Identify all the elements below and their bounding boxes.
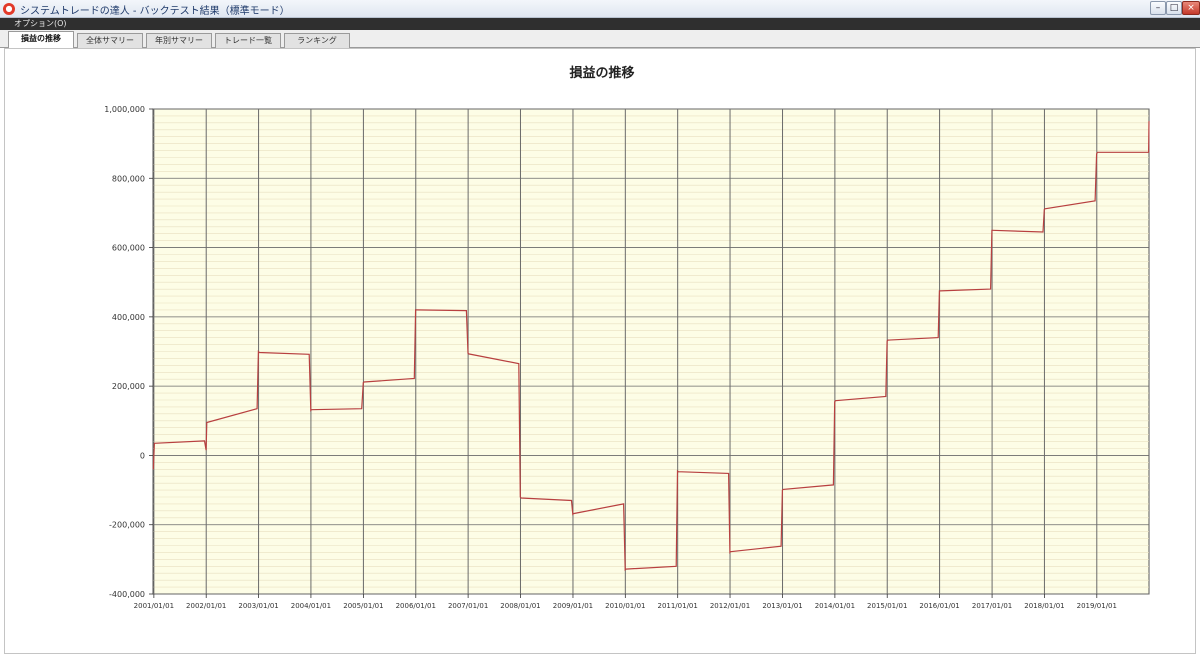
x-tick-label: 2019/01/01 — [1077, 602, 1117, 610]
pnl-chart: 損益の推移 1,000,000 800,000 600,000 400,000 200,… — [104, 65, 1150, 610]
x-tick-label: 2013/01/01 — [762, 602, 802, 610]
chart-title: 損益の推移 — [569, 65, 634, 81]
y-axis: 1,000,000 800,000 600,000 400,000 200,000 0 -2… — [104, 105, 153, 599]
x-tick-label: 2011/01/01 — [657, 602, 697, 610]
y-tick-label: -200,000 — [109, 521, 145, 530]
y-tick-label: 200,000 — [112, 382, 145, 391]
x-tick-label: 2002/01/01 — [186, 602, 226, 610]
tab-pnl-trend[interactable]: 損益の推移 — [8, 31, 74, 48]
x-tick-label: 2010/01/01 — [605, 602, 645, 610]
window-title: システムトレードの達人 - バックテスト結果（標準モード） — [20, 6, 290, 17]
tab-yearly-summary[interactable]: 年別サマリー — [146, 33, 212, 48]
x-axis: 2001/01/01 2002/01/01 2003/01/01 2004/01/01… — [134, 594, 1117, 610]
x-tick-label: 2018/01/01 — [1024, 602, 1064, 610]
x-tick-label: 2017/01/01 — [972, 602, 1012, 610]
x-tick-label: 2008/01/01 — [500, 602, 540, 610]
x-tick-label: 2015/01/01 — [867, 602, 907, 610]
x-tick-label: 2016/01/01 — [919, 602, 959, 610]
menu-bar: オプション(O) — [0, 18, 1200, 30]
y-tick-label: -400,000 — [109, 590, 145, 599]
tab-bar: 損益の推移 全体サマリー 年別サマリー トレード一覧 ランキング — [0, 30, 1200, 48]
maximize-button[interactable]: □ — [1166, 1, 1182, 15]
y-tick-label: 1,000,000 — [104, 105, 145, 114]
x-tick-label: 2014/01/01 — [815, 602, 855, 610]
x-tick-label: 2009/01/01 — [553, 602, 593, 610]
tab-trade-list[interactable]: トレード一覧 — [215, 33, 281, 48]
y-tick-label: 0 — [140, 451, 145, 460]
menu-item-options[interactable]: オプション(O) — [14, 18, 67, 30]
x-tick-label: 2003/01/01 — [238, 602, 278, 610]
tab-ranking[interactable]: ランキング — [284, 33, 350, 48]
y-tick-label: 800,000 — [112, 174, 145, 183]
x-tick-label: 2005/01/01 — [343, 602, 383, 610]
x-tick-label: 2007/01/01 — [448, 602, 488, 610]
app-logo-icon: ● — [3, 3, 15, 15]
chart-panel: 損益の推移 1,000,000 800,000 600,000 400,000 200,… — [4, 48, 1196, 654]
minimize-button[interactable]: – — [1150, 1, 1166, 15]
y-tick-label: 600,000 — [112, 244, 145, 253]
close-button[interactable]: × — [1182, 1, 1200, 15]
x-tick-label: 2004/01/01 — [291, 602, 331, 610]
window-titlebar: ● システムトレードの達人 - バックテスト結果（標準モード） – □ × — [0, 0, 1200, 18]
x-tick-label: 2012/01/01 — [710, 602, 750, 610]
x-tick-label: 2006/01/01 — [396, 602, 436, 610]
x-tick-label: 2001/01/01 — [134, 602, 174, 610]
y-tick-label: 400,000 — [112, 313, 145, 322]
tab-overall-summary[interactable]: 全体サマリー — [77, 33, 143, 48]
